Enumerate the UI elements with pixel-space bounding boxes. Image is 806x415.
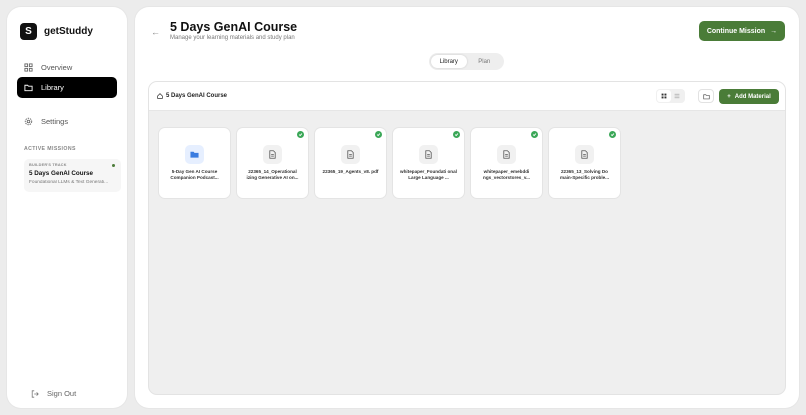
list-icon [674,93,680,99]
continue-mission-button[interactable]: Continue Mission → [699,21,785,41]
brand-name: getStuddy [44,26,93,37]
document-icon [263,145,282,164]
sidebar-item-label: Overview [41,63,73,72]
view-toggle [656,89,685,103]
list-view-button[interactable] [671,90,685,102]
material-tile[interactable]: 5-Day Gen AI Course Companion Podcast... [159,128,230,198]
material-name: 22365_19_Agents_v8. pdf [322,169,379,174]
folder-icon [185,145,204,164]
material-tile[interactable]: whitepaper_emebddi ngs_vectorstores_v... [471,128,542,198]
new-folder-button[interactable] [698,89,714,103]
add-material-button[interactable]: + Add Material [719,89,779,104]
breadcrumb[interactable]: 5 Days GenAI Course [157,93,227,99]
folder-icon [702,93,710,99]
mission-subtitle: Foundational LLMs & Text Generati... [29,180,109,185]
check-icon [453,131,460,138]
brand[interactable]: S getStuddy [20,23,93,40]
page-subtitle: Manage your learning materials and study… [170,35,295,41]
breadcrumb-label: 5 Days GenAI Course [166,93,228,99]
document-icon [419,145,438,164]
continue-mission-label: Continue Mission [706,27,766,35]
mission-track: BUILDER'S TRACK [29,163,67,167]
mission-title: 5 Days GenAI Course [29,170,94,177]
material-name: 22365_14_Operational izing Generative AI… [246,169,299,181]
material-name: whitepaper_emebddi ngs_vectorstores_v... [483,169,530,181]
check-icon [297,131,304,138]
material-tile[interactable]: 22365_14_Operational izing Generative AI… [237,128,308,198]
material-tile[interactable]: 22365_13_Solving Do main-Specific proble… [549,128,620,198]
arrow-right-icon: → [770,27,778,35]
add-material-label: Add Material [734,93,771,100]
document-icon [575,145,594,164]
grid-view-button[interactable] [657,90,671,102]
sidebar-item-overview[interactable]: Overview [17,57,117,78]
gear-icon [24,117,33,126]
sidebar-item-label: Settings [41,117,69,126]
document-icon [497,145,516,164]
active-missions-label: ACTIVE MISSIONS [24,146,76,152]
sidebar: S getStuddy Overview Library Settings AC… [7,7,127,408]
material-tile[interactable]: 22365_19_Agents_v8. pdf [315,128,386,198]
tab-plan[interactable]: Plan [467,55,503,68]
check-icon [375,131,382,138]
material-name: whitepaper_Foundati onal Large Language … [400,169,457,181]
folder-icon [24,84,33,92]
material-name: 5-Day Gen AI Course Companion Podcast... [170,169,219,181]
material-name: 22365_13_Solving Do main-Specific proble… [559,169,609,181]
sidebar-item-library[interactable]: Library [17,77,117,98]
check-icon [609,131,616,138]
sidebar-item-settings[interactable]: Settings [17,111,117,132]
grid-icon [24,63,33,72]
page-title: 5 Days GenAI Course [170,20,298,34]
main-content: ← 5 Days GenAI Course Manage your learni… [135,7,799,408]
document-icon [341,145,360,164]
sidebar-item-label: Library [41,83,64,92]
mission-active-dot [112,164,115,167]
check-icon [531,131,538,138]
home-icon [157,93,163,99]
sign-out-icon [31,389,39,398]
brand-logo: S [20,23,37,40]
sign-out-label: Sign Out [47,389,77,398]
material-tile[interactable]: whitepaper_Foundati onal Large Language … [393,128,464,198]
library-panel: 5 Days GenAI Course + Add Material 5-Day… [148,81,786,395]
library-toolbar: 5 Days GenAI Course + Add Material [149,82,785,111]
tab-library[interactable]: Library [431,55,467,68]
view-tabs: Library Plan [429,53,504,70]
grid-icon [661,93,667,99]
plus-icon: + [727,93,731,100]
sign-out-button[interactable]: Sign Out [31,389,76,398]
back-arrow-icon[interactable]: ← [151,27,160,37]
mission-card[interactable]: BUILDER'S TRACK 5 Days GenAI Course Foun… [24,159,121,192]
